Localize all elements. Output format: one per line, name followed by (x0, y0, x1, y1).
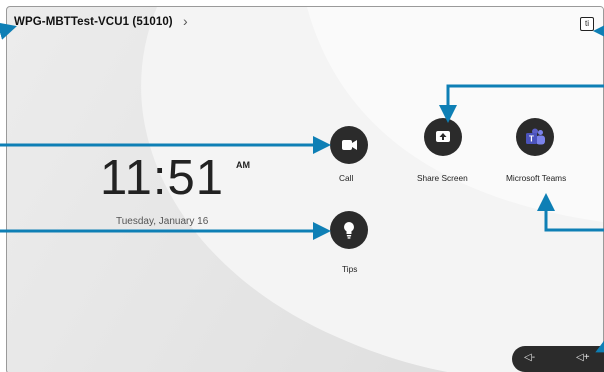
svg-text:T: T (529, 135, 534, 144)
microsoft-teams-button[interactable]: T (516, 118, 554, 156)
tips-button[interactable] (330, 211, 368, 249)
share-screen-label: Share Screen (417, 173, 468, 183)
microsoft-teams-label: Microsoft Teams (506, 173, 567, 183)
microsoft-teams-icon: T (526, 128, 545, 145)
share-screen-icon (436, 131, 450, 142)
volume-down-icon[interactable]: ◁- (524, 352, 535, 363)
lightbulb-icon (344, 222, 354, 239)
tips-label: Tips (342, 264, 358, 274)
clock-period: AM (236, 160, 250, 170)
volume-up-icon[interactable]: ◁+ (576, 352, 590, 363)
clock-time: 11:51 (100, 151, 224, 205)
call-button[interactable] (330, 126, 368, 164)
share-screen-button[interactable] (424, 118, 462, 156)
chevron-right-icon[interactable]: › (183, 13, 188, 29)
background-swoosh (141, 7, 603, 372)
touch-panel-annotated: WPG-MBTTest-VCU1 (51010) › ti 11:51 AM T… (0, 0, 604, 372)
home-screen (6, 6, 604, 372)
video-camera-icon (342, 140, 357, 150)
clock-date: Tuesday, January 16 (116, 216, 209, 227)
device-name[interactable]: WPG-MBTTest-VCU1 (51010) (14, 16, 173, 28)
control-panel-icon[interactable]: ti (580, 17, 594, 31)
call-label: Call (339, 173, 354, 183)
volume-control[interactable]: ◁- ◁+ (512, 346, 604, 372)
